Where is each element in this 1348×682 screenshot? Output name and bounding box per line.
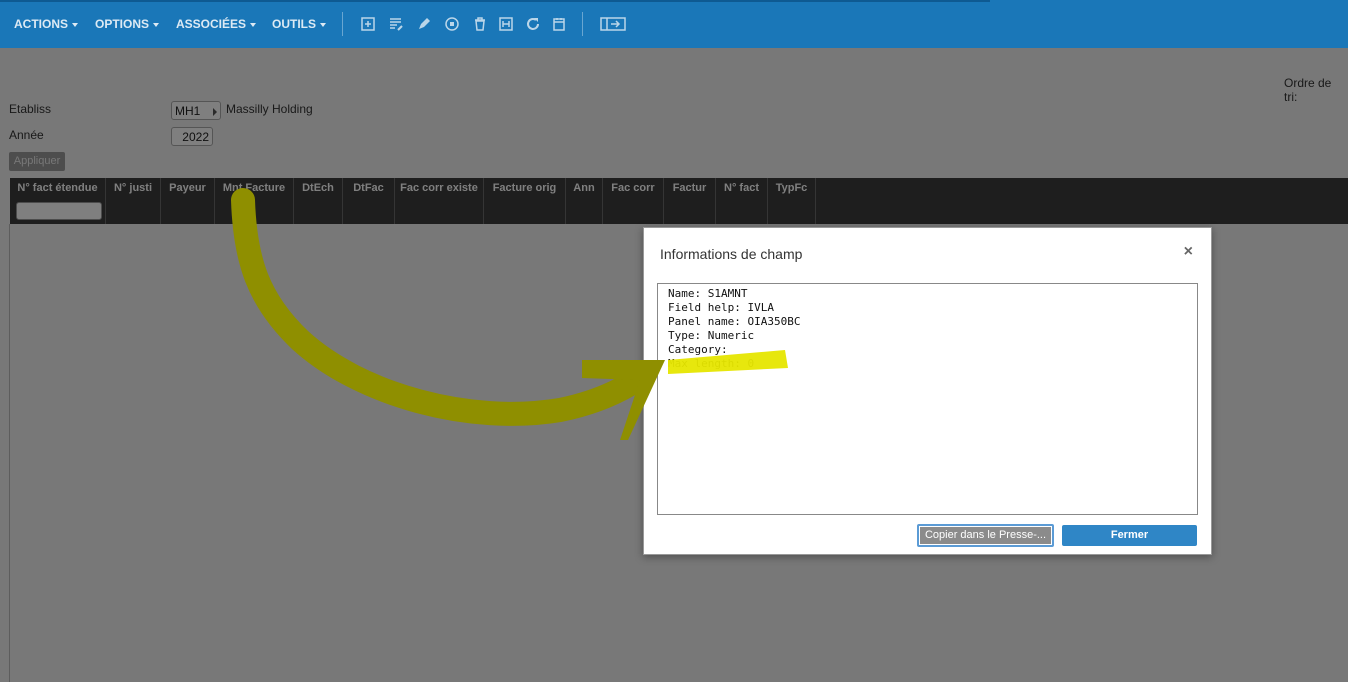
info-line-panel-name: Panel name: OIA350BC xyxy=(668,315,801,328)
menu-outils[interactable]: OUTILS xyxy=(272,17,326,31)
menu-actions[interactable]: ACTIONS xyxy=(14,17,78,31)
menu-options-label: OPTIONS xyxy=(95,17,150,31)
menu-options[interactable]: OPTIONS xyxy=(95,17,160,31)
info-line-type: Type: Numeric xyxy=(668,329,755,342)
export-icon[interactable] xyxy=(498,16,514,32)
caret-down-icon xyxy=(153,22,160,27)
info-line-field-help: Field help: IVLA xyxy=(668,301,774,314)
panel-toggle-icon[interactable] xyxy=(600,16,626,32)
pencil-icon[interactable] xyxy=(416,16,432,32)
copy-icon[interactable] xyxy=(444,16,460,32)
toolbar-separator xyxy=(582,12,583,36)
top-toolbar: ACTIONS OPTIONS ASSOCIÉES OUTILS xyxy=(0,0,1348,48)
toolbar-top-line xyxy=(0,0,990,2)
close-icon[interactable]: × xyxy=(1184,243,1193,261)
info-line-max-length: Max length: 0 xyxy=(668,357,755,370)
info-line-category: Category: xyxy=(668,343,728,356)
toolbar-separator xyxy=(342,12,343,36)
menu-actions-label: ACTIONS xyxy=(14,17,68,31)
trash-icon[interactable] xyxy=(472,16,488,32)
close-button[interactable]: Fermer xyxy=(1062,525,1197,546)
calendar-icon[interactable] xyxy=(551,16,567,32)
add-icon[interactable] xyxy=(360,16,376,32)
dialog-title: Informations de champ xyxy=(660,246,803,262)
info-line-name: Name: S1AMNT xyxy=(668,287,748,300)
menu-associees-label: ASSOCIÉES xyxy=(176,17,247,31)
caret-down-icon xyxy=(320,22,326,27)
list-edit-icon[interactable] xyxy=(388,16,404,32)
refresh-icon[interactable] xyxy=(525,16,541,32)
caret-down-icon xyxy=(72,22,78,27)
caret-down-icon xyxy=(250,22,257,27)
menu-associees[interactable]: ASSOCIÉES xyxy=(176,17,257,31)
menu-outils-label: OUTILS xyxy=(272,17,316,31)
field-info-dialog: Informations de champ × Name: S1AMNT Fie… xyxy=(643,227,1212,555)
copy-to-clipboard-button[interactable]: Copier dans le Presse-... xyxy=(917,524,1054,547)
field-info-textarea[interactable]: Name: S1AMNT Field help: IVLA Panel name… xyxy=(657,283,1198,515)
